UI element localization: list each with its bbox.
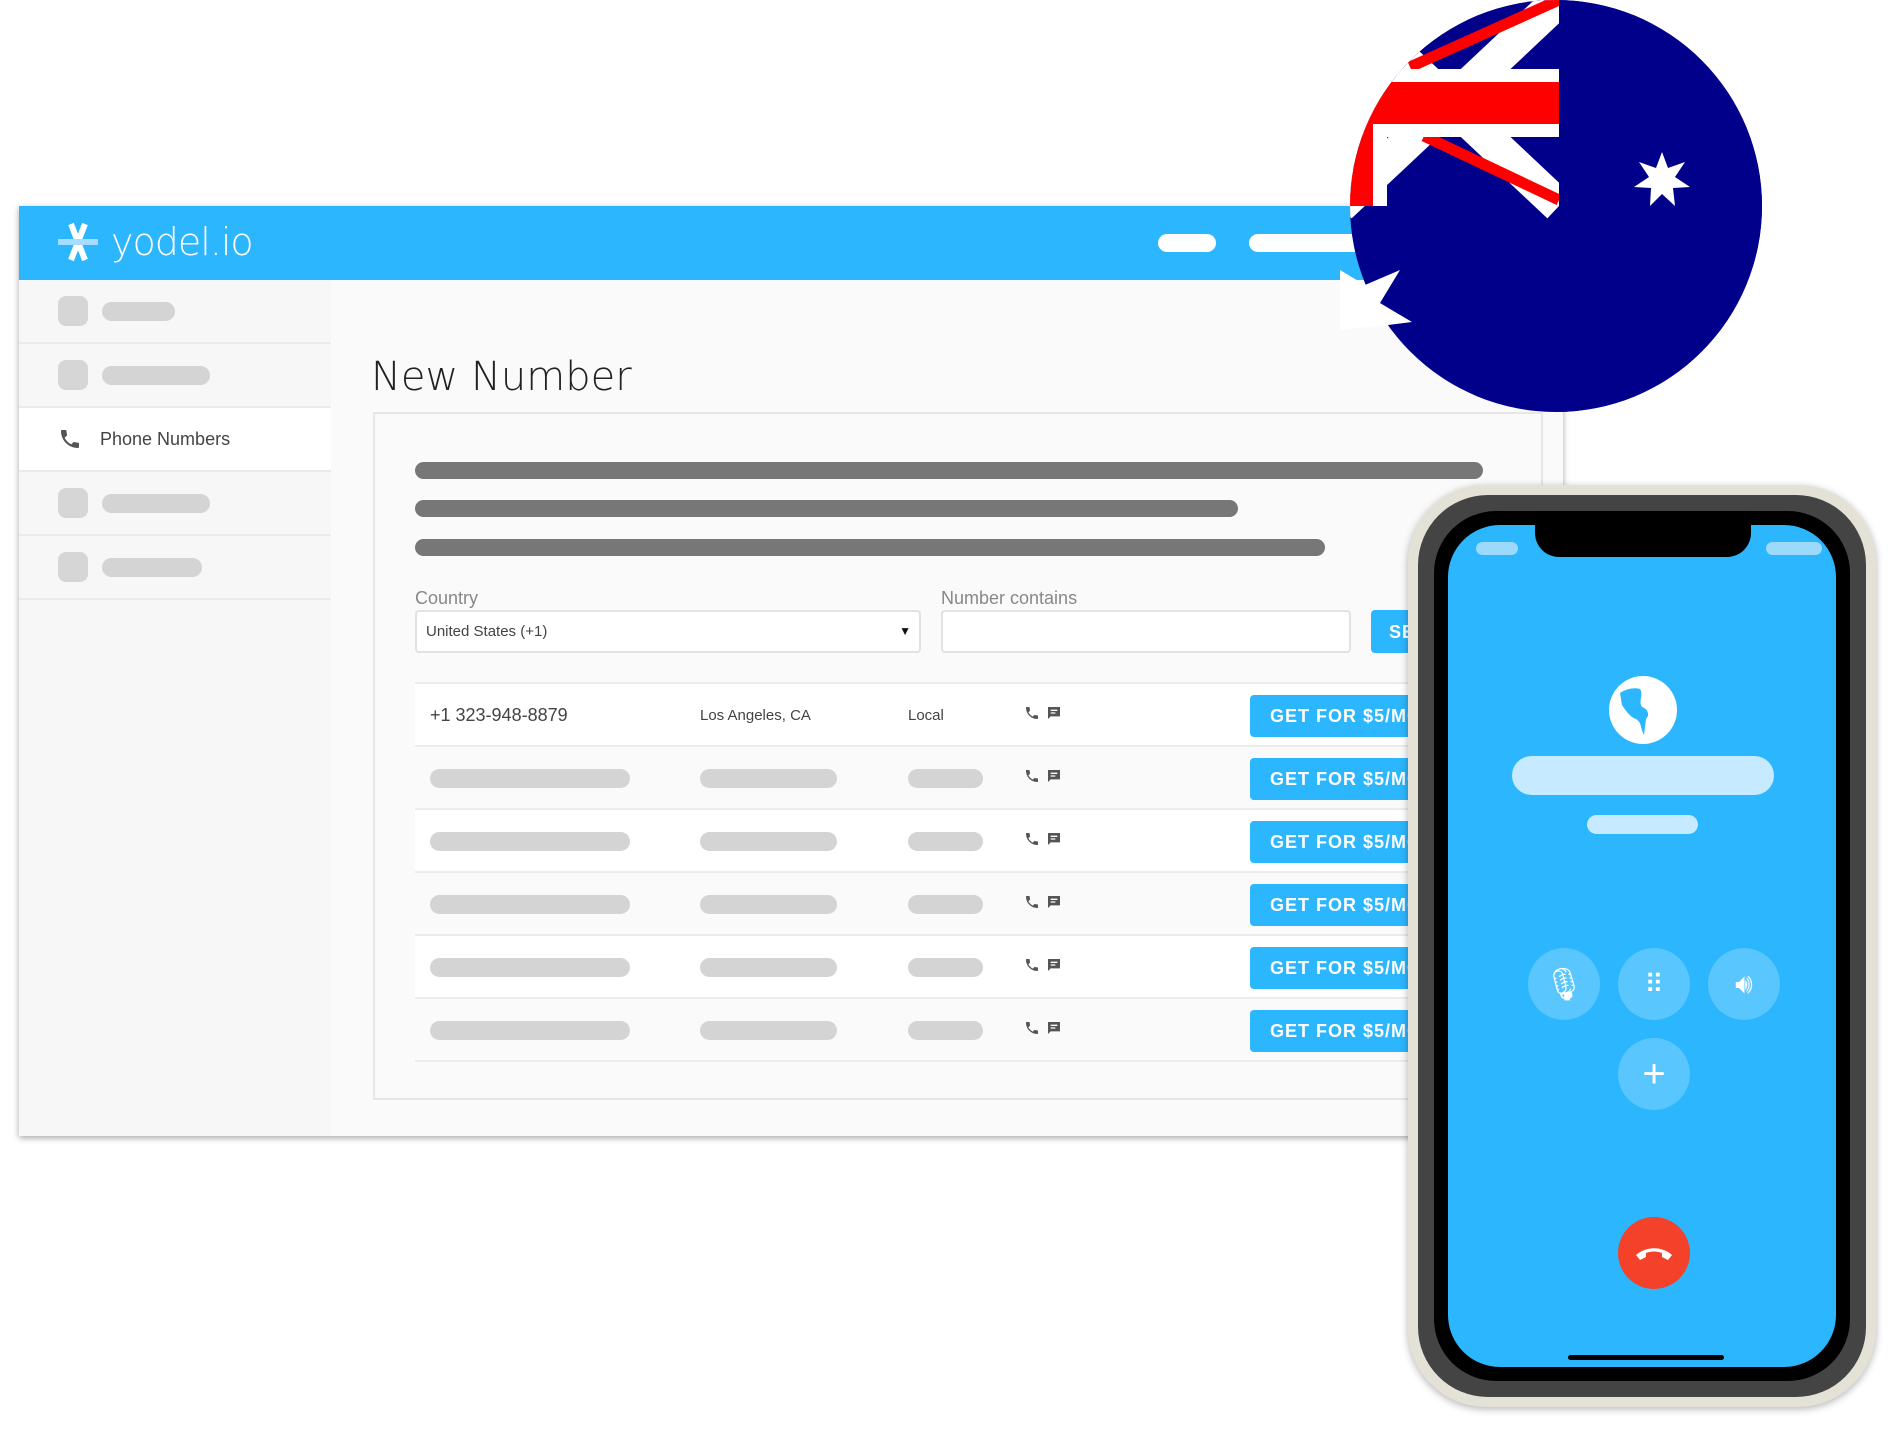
type-placeholder: [908, 832, 983, 851]
sidebar: Phone Numbers: [19, 280, 331, 1136]
location-placeholder: [700, 895, 837, 914]
end-call-button[interactable]: [1618, 1217, 1690, 1289]
keypad-icon: ⠿: [1644, 968, 1664, 999]
dropdown-caret-icon: ▼: [899, 624, 911, 638]
phone-icon: [1024, 1020, 1040, 1041]
phone-icon: [1024, 705, 1040, 726]
sidebar-item-label: Phone Numbers: [100, 428, 231, 449]
location-placeholder: [700, 832, 837, 851]
sms-icon: [1046, 705, 1062, 726]
status-time-placeholder: [1476, 542, 1518, 555]
sidebar-label-placeholder: [102, 365, 210, 385]
type-placeholder: [908, 1021, 983, 1040]
sidebar-icon-placeholder: [58, 552, 88, 582]
sidebar-icon-placeholder: [58, 488, 88, 518]
phone-icon: [1024, 894, 1040, 915]
sidebar-label-placeholder: [102, 493, 210, 513]
logo-icon: [58, 222, 98, 262]
app-window: yodel.io Phone Numbers New Number Countr…: [19, 206, 1615, 1136]
sms-icon: [1046, 894, 1062, 915]
phone-number-placeholder: [430, 958, 630, 977]
phone-number-placeholder: [430, 832, 630, 851]
sidebar-icon-placeholder: [58, 296, 88, 326]
location-placeholder: [700, 958, 837, 977]
phone-mockup: 🎙︎ ⠿ 🔊︎ +: [1408, 485, 1876, 1407]
new-number-panel: Country United States (+1) ▼ Number cont…: [373, 412, 1615, 1100]
phone-icon: [1024, 957, 1040, 978]
logo[interactable]: yodel.io: [57, 220, 254, 264]
page-title: New Number: [371, 354, 632, 400]
phone-icon: [61, 430, 79, 448]
location-placeholder: [700, 1021, 837, 1040]
sidebar-item[interactable]: [19, 536, 331, 600]
phone-icon: [1024, 768, 1040, 789]
description-placeholder: [415, 539, 1325, 556]
type-placeholder: [908, 769, 983, 788]
australia-flag: [1340, 0, 1762, 412]
sidebar-item[interactable]: [19, 344, 331, 408]
phone-number-placeholder: [430, 895, 630, 914]
sidebar-item[interactable]: [19, 472, 331, 536]
speaker-icon: 🔊︎: [1735, 967, 1753, 999]
number-contains-input[interactable]: [941, 610, 1351, 653]
sidebar-icon-placeholder: [58, 360, 88, 390]
speaker-button[interactable]: 🔊︎: [1708, 948, 1780, 1020]
mute-button[interactable]: 🎙︎: [1528, 948, 1600, 1020]
home-indicator: [1568, 1355, 1724, 1360]
sidebar-label-placeholder: [102, 301, 175, 321]
country-select[interactable]: United States (+1) ▼: [415, 610, 921, 653]
add-call-icon: +: [1642, 1051, 1666, 1096]
globe-icon: [1609, 676, 1677, 744]
status-icons-placeholder: [1766, 542, 1822, 555]
sidebar-item-phone-numbers[interactable]: Phone Numbers: [19, 408, 331, 472]
location: Los Angeles, CA: [700, 707, 811, 724]
type-placeholder: [908, 895, 983, 914]
phone-icon: [1024, 831, 1040, 852]
top-header: yodel.io: [19, 206, 1563, 280]
sidebar-label-placeholder: [102, 557, 202, 577]
description-placeholder: [415, 500, 1238, 517]
sms-icon: [1046, 831, 1062, 852]
sidebar-item[interactable]: [19, 280, 331, 344]
description-placeholder: [415, 462, 1483, 479]
mic-icon: 🎙︎: [1543, 966, 1585, 1002]
sms-icon: [1046, 1020, 1062, 1041]
call-status-placeholder: [1587, 815, 1698, 834]
brand-name: yodel.io: [111, 220, 254, 264]
country-label: Country: [415, 588, 479, 608]
type-placeholder: [908, 958, 983, 977]
sms-icon: [1046, 957, 1062, 978]
end-call-icon: [1636, 1248, 1672, 1260]
country-value: United States (+1): [426, 623, 548, 640]
keypad-button[interactable]: ⠿: [1618, 948, 1690, 1020]
phone-number-placeholder: [430, 769, 630, 788]
header-nav-placeholder[interactable]: [1158, 234, 1216, 252]
number-type: Local: [908, 707, 944, 724]
call-screen: 🎙︎ ⠿ 🔊︎ +: [1448, 525, 1836, 1367]
phone-number-placeholder: [430, 1021, 630, 1040]
caller-name-placeholder: [1512, 756, 1774, 795]
add-call-button[interactable]: +: [1618, 1038, 1690, 1110]
location-placeholder: [700, 769, 837, 788]
number-contains-label: Number contains: [941, 588, 1078, 608]
notch: [1535, 525, 1751, 557]
phone-number: +1 323-948-8879: [430, 705, 568, 725]
sms-icon: [1046, 768, 1062, 789]
